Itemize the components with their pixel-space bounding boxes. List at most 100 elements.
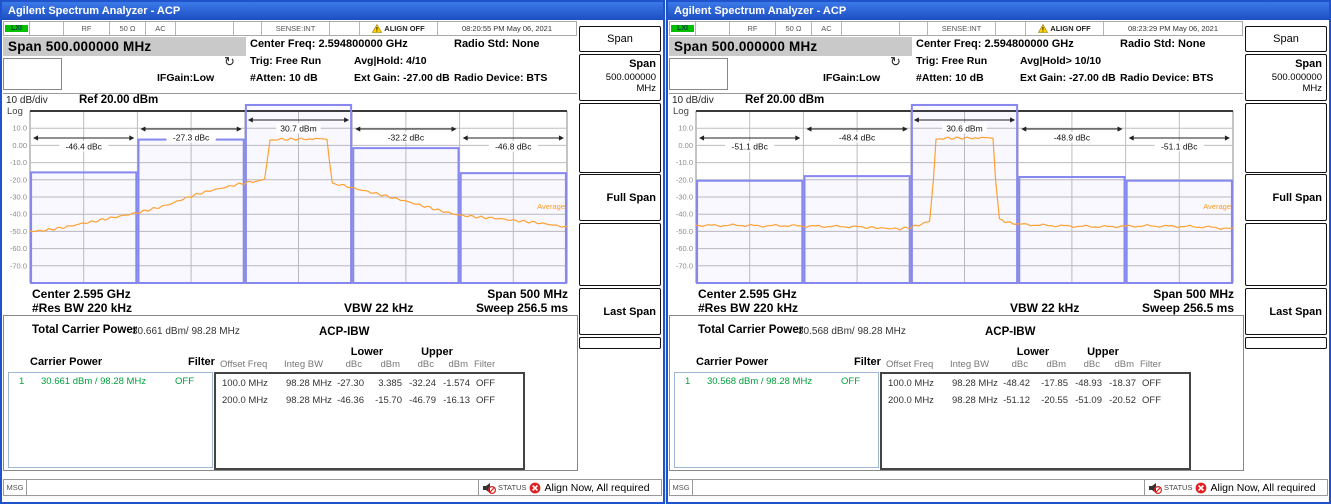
menu-panel: Span Span 500.000000 MHz Full Span Last … [1244, 21, 1329, 477]
message-area[interactable] [27, 480, 479, 495]
svg-text:-46.4 dBc: -46.4 dBc [66, 142, 103, 152]
rf-label: RF [64, 22, 110, 35]
col-header-offset: Offset Freq [220, 359, 267, 370]
svg-text:-48.9 dBc: -48.9 dBc [1054, 133, 1091, 143]
col-header-dbm-lower: dBm [368, 359, 400, 370]
blank-button[interactable] [1245, 103, 1327, 173]
carrier-filter-header: Filter [188, 356, 215, 368]
trig-label: Trig: Free Run [250, 55, 321, 67]
col-header-dbm-upper: dBm [1104, 359, 1134, 370]
table-cell: 100.0 MHz [888, 378, 934, 389]
status-error-icon[interactable] [1195, 482, 1207, 494]
offset-table: 100.0 MHz 98.28 MHz -27.30 3.385 -32.24 … [214, 372, 525, 470]
carrier-power-header: Carrier Power [30, 356, 102, 368]
blank-button[interactable] [1245, 337, 1327, 349]
message-area[interactable] [693, 480, 1145, 495]
svg-text:-70.0: -70.0 [676, 261, 693, 270]
col-header-dbm-upper: dBm [438, 359, 468, 370]
span-value-button[interactable]: Span 500.000000 MHz [579, 54, 661, 101]
status-message: Align Now, All required [544, 482, 649, 494]
table-cell: -32.24 [406, 378, 436, 389]
total-carrier-power-label: Total Carrier Power [698, 324, 803, 336]
span-button-label: Span [1250, 58, 1322, 70]
status-bar: LXI RF 50 Ω AC SENSE:INT ! ALIGN OFF 08:… [3, 21, 577, 36]
title-bar[interactable]: Agilent Spectrum Analyzer - ACP [2, 2, 663, 20]
datetime-label: 08:23:29 PM May 06, 2021 [1104, 22, 1242, 35]
status-message: Align Now, All required [1210, 482, 1315, 494]
svg-text:!: ! [1042, 27, 1044, 33]
spacer-cell [696, 22, 730, 35]
last-span-button[interactable]: Last Span [1245, 288, 1327, 335]
total-carrier-power-value: 30.568 dBm/ 98.28 MHz [798, 326, 906, 337]
scale-div-label: 10 dB/div [6, 95, 48, 106]
svg-text:Average: Average [537, 202, 565, 211]
coupling-label: AC [812, 22, 842, 35]
table-cell: -48.93 [1072, 378, 1102, 389]
spectrum-graph: 10.00.00-10.0-20.0-30.0-40.0-50.0-60.0-7… [3, 93, 577, 287]
speaker-muted-icon[interactable] [482, 482, 496, 494]
ref-level-label: Ref 20.00 dBm [79, 94, 158, 106]
scale-div-label: 10 dB/div [672, 95, 714, 106]
full-span-button[interactable]: Full Span [579, 174, 661, 221]
datetime-label: 08:20:55 PM May 06, 2021 [438, 22, 576, 35]
footer-rbw: #Res BW 220 kHz [698, 301, 798, 315]
svg-text:-40.0: -40.0 [676, 210, 693, 219]
table-cell: -15.70 [368, 395, 402, 406]
col-header-offset: Offset Freq [886, 359, 933, 370]
blank-button[interactable] [579, 337, 661, 349]
last-span-button[interactable]: Last Span [579, 288, 661, 335]
table-cell: -17.85 [1034, 378, 1068, 389]
span-button-value: 500.000000 MHz [1250, 72, 1322, 94]
rf-label: RF [730, 22, 776, 35]
span-button-value: 500.000000 MHz [584, 72, 656, 94]
log-scale-label: Log [673, 106, 689, 117]
svg-text:-50.0: -50.0 [676, 227, 693, 236]
table-cell: -48.42 [1000, 378, 1030, 389]
title-bar[interactable]: Agilent Spectrum Analyzer - ACP [668, 2, 1329, 20]
blank-button[interactable] [579, 103, 661, 173]
svg-text:-32.2 dBc: -32.2 dBc [388, 133, 425, 143]
blank-button[interactable] [579, 223, 661, 286]
trig-label: Trig: Free Run [916, 55, 987, 67]
results-panel: Total Carrier Power 30.661 dBm/ 98.28 MH… [3, 315, 578, 471]
msg-label: MSG [670, 480, 693, 495]
full-span-button[interactable]: Full Span [1245, 174, 1327, 221]
carrier-power-header: Carrier Power [696, 356, 768, 368]
svg-text:-60.0: -60.0 [10, 244, 27, 253]
spacer-cell [996, 22, 1026, 35]
carrier-row-index[interactable]: 1 [19, 376, 24, 387]
svg-text:-20.0: -20.0 [10, 175, 27, 184]
spacer-cell [842, 22, 900, 35]
radio-device-label: Radio Device: BTS [1120, 72, 1213, 84]
svg-text:-10.0: -10.0 [10, 158, 27, 167]
blank-button[interactable] [1245, 223, 1327, 286]
lxi-badge: LXI [5, 25, 28, 32]
coupling-label: AC [146, 22, 176, 35]
table-cell: -1.574 [438, 378, 470, 389]
svg-text:!: ! [376, 27, 378, 33]
col-header-dbc-lower: dBc [1000, 359, 1028, 370]
svg-text:-51.1 dBc: -51.1 dBc [732, 142, 769, 152]
footer-span: Span 500 MHz [398, 287, 568, 301]
lower-group-header: Lower [1000, 346, 1066, 358]
window-title: Agilent Spectrum Analyzer - ACP [8, 5, 180, 17]
amplitude-box [669, 58, 728, 90]
spectrum-chart: 10.00.00-10.0-20.0-30.0-40.0-50.0-60.0-7… [3, 94, 577, 287]
speaker-muted-icon[interactable] [1148, 482, 1162, 494]
radio-std-label: Radio Std: None [1120, 38, 1206, 50]
status-bar: LXI RF 50 Ω AC SENSE:INT ! ALIGN OFF 08:… [669, 21, 1243, 36]
svg-text:0.00: 0.00 [678, 141, 693, 150]
meas-mode-label: ACP-IBW [319, 326, 369, 338]
lxi-cell: LXI [670, 22, 696, 35]
carrier-row-index[interactable]: 1 [685, 376, 690, 387]
span-value-button[interactable]: Span 500.000000 MHz [1245, 54, 1327, 101]
lxi-cell: LXI [4, 22, 30, 35]
analyzer-window-left: Agilent Spectrum Analyzer - ACP LXI RF 5… [0, 0, 665, 504]
bottom-bar: MSG STATUS Align Now, All required [669, 479, 1328, 496]
footer-sweep: Sweep 256.5 ms [1064, 301, 1234, 315]
status-error-icon[interactable] [529, 482, 541, 494]
carrier-row-filter: OFF [841, 376, 860, 387]
span-readout: Span 500.000000 MHz [3, 37, 246, 56]
table-cell: 3.385 [368, 378, 402, 389]
align-warning-label: ALIGN OFF [384, 24, 424, 33]
